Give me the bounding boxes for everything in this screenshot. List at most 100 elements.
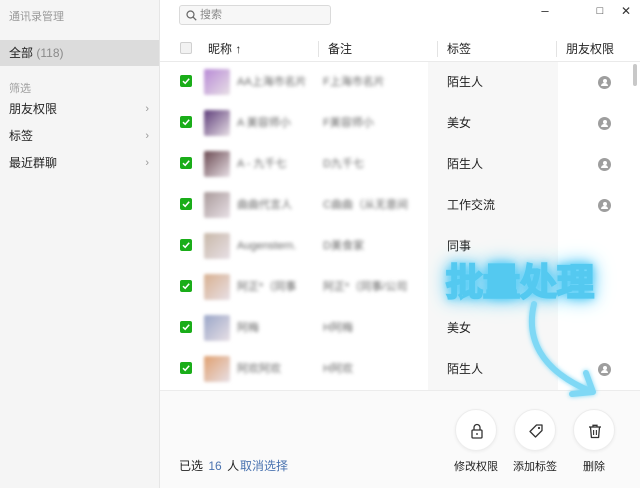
contact-remark: H阿欢 [323,363,353,375]
sidebar-item-label: 最近群聊 [9,156,58,170]
scrollbar-thumb[interactable] [633,64,637,86]
avatar [204,315,230,341]
main-panel: – □ ✕ 昵称 ↑ 备注 标签 朋友权限 AA上海市名片F上海市名片陌生人A … [160,0,640,488]
friend-permission-icon[interactable] [598,158,611,171]
selected-prefix: 已选 [179,459,204,473]
contact-nickname: 阿欢阿欢 [237,363,281,375]
search-icon [186,10,197,21]
minimize-button[interactable]: – [537,4,553,18]
check-icon [182,283,190,290]
row-checkbox[interactable] [180,321,192,333]
chevron-right-icon: › [145,130,149,142]
check-icon [182,119,190,126]
contact-count: (118) [36,46,64,60]
contact-tag: 陌生人 [447,157,484,171]
filter-section-label: 筛选 [9,83,31,95]
avatar [204,274,230,300]
friend-permission-icon[interactable] [598,199,611,212]
table-row[interactable]: A 美容师小 F美容师小 美女 [160,103,630,144]
edit-permission-circle[interactable] [455,409,497,451]
contact-remark: F美容师小 [323,117,374,129]
contact-tag: 美女 [447,321,472,335]
trash-icon [589,424,601,439]
column-divider[interactable] [318,41,319,57]
avatar [204,110,230,136]
row-checkbox[interactable] [180,198,192,210]
contact-nickname: 曲曲代言人 [237,199,292,211]
lock-icon [471,423,483,439]
avatar [204,192,230,218]
contact-nickname: 阿正*（同事 [237,281,297,293]
select-all-checkbox[interactable] [180,42,192,54]
check-icon [182,201,190,208]
contact-remark: C曲曲（从无意间 [323,199,408,211]
table-header: 昵称 ↑ 备注 标签 朋友权限 [160,36,640,62]
row-checkbox[interactable] [180,362,192,374]
table-row[interactable]: A - 九千七 D九千七 陌生人 [160,144,630,185]
action-label: 删除 [583,461,605,473]
delete-circle[interactable] [573,409,615,451]
contact-nickname: 阿梅 [237,322,259,334]
friend-permission-icon[interactable] [598,117,611,130]
contact-tag: 美女 [447,116,472,130]
contact-remark: F上海市名片 [323,76,385,88]
row-checkbox[interactable] [180,280,192,292]
selection-summary: 已选 16 人 [179,457,239,474]
action-label: 添加标签 [513,461,557,473]
sidebar-item-label: 标签 [9,129,34,143]
add-tag-button[interactable]: 添加标签 [505,409,565,479]
avatar [204,356,230,382]
table-row[interactable]: AA上海市名片 F上海市名片 陌生人 [160,62,630,103]
selected-suffix: 人 [227,459,240,473]
row-checkbox[interactable] [180,157,192,169]
table-row[interactable]: 曲曲代言人 C曲曲（从无意间 工作交流 [160,185,630,226]
contact-remark: 阿正*（同事/公司 [323,281,408,293]
avatar [204,151,230,177]
edit-permission-button[interactable]: 修改权限 [446,409,506,479]
avatar [204,233,230,259]
check-icon [182,324,190,331]
app-title: 通讯录管理 [9,11,64,23]
check-icon [182,160,190,167]
column-divider[interactable] [556,41,557,57]
column-remark[interactable]: 备注 [328,36,352,62]
add-tag-circle[interactable] [514,409,556,451]
sidebar-item-recent-groups[interactable]: 最近群聊 › [0,152,159,174]
column-divider[interactable] [437,41,438,57]
contact-tag: 陌生人 [447,362,484,376]
column-nickname[interactable]: 昵称 ↑ [208,36,241,62]
contact-remark: D美食家 [323,240,364,252]
contact-nickname: A 美容师小 [237,117,291,129]
chevron-right-icon: › [145,157,149,169]
close-button[interactable]: ✕ [618,4,634,18]
sidebar-item-all[interactable]: 全部 (118) [0,40,159,66]
friend-permission-icon[interactable] [598,76,611,89]
sidebar-item-label: 全部 [9,46,34,60]
chevron-right-icon: › [145,103,149,115]
deselect-link[interactable]: 取消选择 [240,457,288,474]
contact-nickname: AA上海市名片 [237,76,307,88]
avatar [204,69,230,95]
search-input[interactable] [200,7,328,23]
sidebar-item-tags[interactable]: 标签 › [0,125,159,147]
search-box[interactable] [179,5,331,25]
sidebar-item-friend-permissions[interactable]: 朋友权限 › [0,98,159,120]
row-checkbox[interactable] [180,75,192,87]
delete-button[interactable]: 删除 [564,409,624,479]
contact-remark: H阿梅 [323,322,353,334]
contact-remark: D九千七 [323,158,364,170]
check-icon [182,78,190,85]
column-friend-permission[interactable]: 朋友权限 [566,36,614,62]
selected-count: 16 [208,459,222,473]
row-checkbox[interactable] [180,239,192,251]
contact-tag: 陌生人 [447,75,484,89]
check-icon [182,242,190,249]
scrollbar[interactable] [632,62,638,388]
row-checkbox[interactable] [180,116,192,128]
column-tags[interactable]: 标签 [447,36,471,62]
action-label: 修改权限 [454,461,498,473]
sidebar: 通讯录管理 全部 (118) 筛选 朋友权限 › 标签 › 最近群聊 › [0,0,160,488]
maximize-button[interactable]: □ [592,4,608,18]
contact-tag: 工作交流 [447,198,496,212]
sidebar-item-label: 朋友权限 [9,102,58,116]
